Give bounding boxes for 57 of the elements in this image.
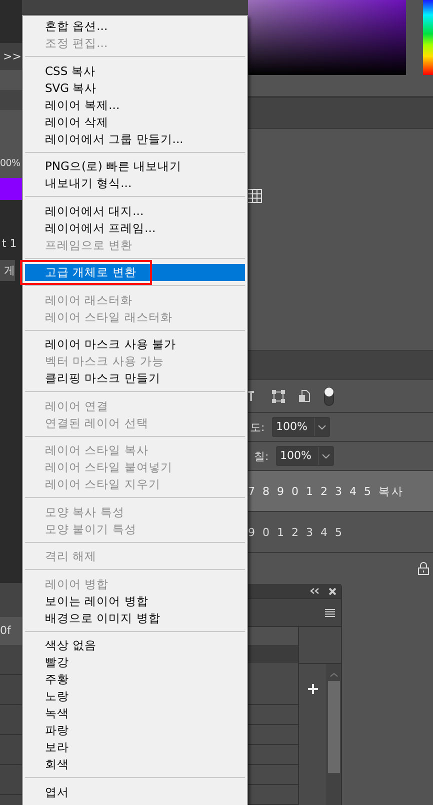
transform-icon (272, 390, 285, 403)
zoom-value: 00% (0, 157, 20, 171)
collapse-icon (310, 588, 319, 594)
menu-item[interactable]: 파랑 (25, 722, 245, 739)
list-row[interactable] (248, 765, 298, 786)
list-row[interactable] (248, 645, 298, 664)
toggle-icon (324, 386, 334, 406)
list-row[interactable] (248, 627, 298, 646)
scroll-thumb[interactable] (328, 681, 340, 774)
menu-item[interactable]: 내보내기 형식... (25, 175, 245, 192)
menu-item[interactable]: 배경으로 이미지 병합 (25, 610, 245, 626)
menu-item[interactable]: 녹색 (25, 705, 245, 722)
menu-item[interactable]: 보이는 레이어 병합 (25, 592, 245, 610)
menu-item[interactable]: 레이어 삭제 (25, 114, 245, 130)
preset-button[interactable]: 게 (0, 260, 15, 281)
menu-item[interactable]: 보라 (25, 739, 245, 756)
opacity-field[interactable]: 100% (272, 417, 330, 438)
menu-item[interactable]: 레이어 복제... (25, 96, 245, 114)
menu-item[interactable]: 레이어에서 대지... (25, 202, 245, 220)
menu-item[interactable]: 주황 (25, 671, 245, 688)
menu-icon (325, 608, 335, 617)
layer-row[interactable]: 7 8 9 0 1 2 3 4 5 복사 (248, 471, 433, 512)
menu-item[interactable]: CSS 복사 (25, 62, 245, 80)
field-value: 0f (0, 624, 11, 638)
fill-label: 칠: (254, 448, 270, 464)
close-icon (329, 588, 336, 595)
list-row[interactable] (248, 745, 298, 766)
menu-item[interactable]: PNG으(로) 빠른 내보내기 (25, 158, 245, 175)
menu-item[interactable]: SVG 복사 (25, 80, 245, 96)
list-row[interactable] (248, 785, 298, 805)
caret-icon (318, 424, 326, 430)
fill-field[interactable]: 100% (276, 446, 334, 466)
menu-item[interactable]: 회색 (25, 756, 245, 773)
text-icon (248, 391, 254, 402)
opacity-label: 도: (250, 420, 266, 435)
plus-icon (308, 684, 318, 694)
menu-item[interactable]: 색상 없음 (25, 637, 245, 654)
color-field[interactable] (248, 0, 406, 75)
font-label: t 1 (2, 237, 17, 251)
menu-item[interactable]: 혼합 옵션... (25, 18, 245, 35)
lock-icon (418, 562, 429, 576)
page-icon (299, 390, 310, 402)
list-row[interactable] (248, 725, 298, 746)
list-row[interactable] (248, 663, 298, 706)
grid-icon (247, 188, 262, 203)
menu-item[interactable]: 노랑 (25, 688, 245, 705)
list-row[interactable] (248, 705, 298, 726)
caret-icon (322, 454, 330, 459)
menu-item[interactable]: 레이어 마스크 사용 불가 (25, 336, 245, 353)
menu-item[interactable]: 레이어에서 프레임... (25, 220, 245, 236)
menu-item[interactable]: 클리핑 마스크 만들기 (25, 370, 245, 387)
color-swatch[interactable] (0, 178, 22, 200)
menu-item[interactable]: 레이어에서 그룹 만들기... (25, 130, 245, 148)
menu-item[interactable]: 엽서 (25, 784, 245, 800)
scroll-up-icon (330, 673, 338, 678)
scrollbar[interactable] (326, 664, 341, 805)
menu-item[interactable]: 빨강 (25, 654, 245, 671)
